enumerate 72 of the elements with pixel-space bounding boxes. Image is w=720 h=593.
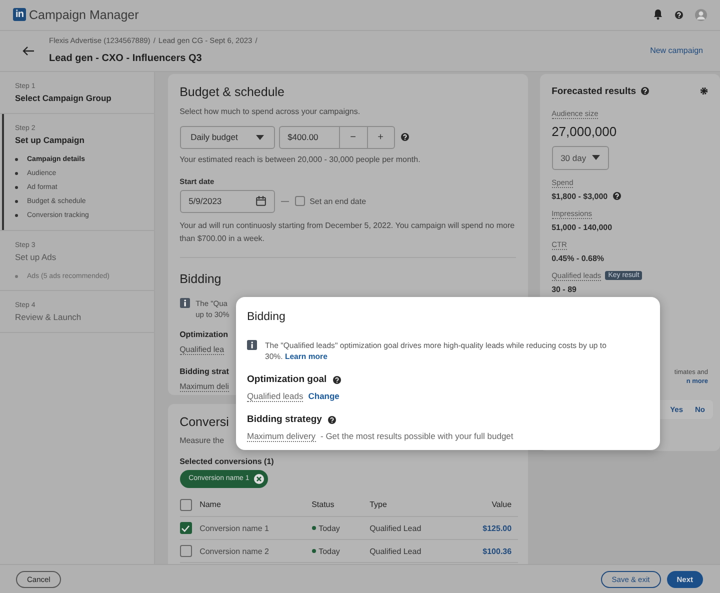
- back-arrow-icon[interactable]: [22, 46, 34, 56]
- field-value: Maximum delivery: [247, 431, 316, 442]
- step-title[interactable]: Select Campaign Group: [15, 92, 112, 103]
- change-link[interactable]: Change: [308, 391, 340, 401]
- table-cell: Conversion name 1: [200, 516, 312, 540]
- caret-icon: [592, 155, 600, 160]
- field-value: Qualified leads: [247, 391, 304, 402]
- checkbox-label: Set an end date: [310, 196, 366, 206]
- table-cell: Qualified Lead: [370, 516, 450, 540]
- help-icon[interactable]: [328, 416, 336, 424]
- checkbox[interactable]: [180, 522, 192, 534]
- popover-title: Bidding: [247, 311, 286, 323]
- table-cell: $100.36: [450, 540, 518, 563]
- decrease-button[interactable]: −: [340, 126, 367, 148]
- field-label: Bidding strategy: [247, 414, 322, 425]
- field-value: Maximum deli: [180, 382, 229, 392]
- field-value: Qualified lea: [180, 344, 224, 355]
- start-date-field[interactable]: 5/9/2023: [180, 190, 275, 213]
- help-icon[interactable]: [332, 376, 341, 384]
- section-description: Select how much to spend across your campaigns.: [180, 106, 360, 116]
- table-cell: $125.00: [450, 516, 518, 540]
- panel-title: Forecasted results: [552, 86, 636, 97]
- calendar-icon: [256, 196, 266, 206]
- section-title: Budget & schedule: [180, 84, 285, 99]
- reach-estimate: Your estimated reach is between 20,000 - 30,000 people per month.: [180, 154, 420, 164]
- checkbox[interactable]: [180, 545, 192, 558]
- step-title[interactable]: Set up Campaign: [15, 134, 84, 145]
- increase-button[interactable]: +: [366, 126, 394, 148]
- budget-type-dropdown[interactable]: Daily budget: [180, 126, 275, 149]
- help-icon[interactable]: [400, 133, 409, 142]
- metric-value: 30 - 89: [552, 284, 576, 294]
- audience-size-value: 27,000,000: [552, 124, 617, 139]
- caret-icon: [256, 134, 264, 140]
- campaign-title: Lead gen - CXO - Influencers Q3: [49, 52, 202, 64]
- app-title: Campaign Manager: [29, 8, 139, 22]
- section-title: Bidding: [180, 272, 222, 286]
- column-header: Status: [312, 494, 370, 517]
- period-dropdown[interactable]: 30 day: [552, 146, 609, 170]
- settings-icon[interactable]: [700, 87, 708, 96]
- field-label: Optimization: [180, 330, 228, 339]
- field-description: - Get the most results possible with your full budget: [320, 431, 514, 441]
- column-header: Name: [200, 494, 312, 517]
- amount-field[interactable]: $400.00 − +: [278, 126, 395, 149]
- metric-value: 51,000 - 140,000: [552, 222, 612, 232]
- table-cell: Today: [318, 546, 340, 556]
- info-icon: [180, 298, 190, 308]
- section-description: Measure the: [180, 436, 224, 445]
- field-label: Optimization goal: [247, 374, 327, 385]
- help-icon[interactable]: [612, 192, 621, 200]
- info-icon: [247, 340, 257, 350]
- table-cell: Conversion name 2: [200, 540, 312, 563]
- bell-icon[interactable]: [653, 9, 663, 20]
- field-label: Bidding strat: [180, 366, 229, 376]
- metric-value: $1,800 - $3,000: [552, 192, 608, 201]
- table-cell: Today: [318, 524, 340, 533]
- column-header: Type: [370, 494, 450, 517]
- column-header: Value: [450, 494, 518, 517]
- status-dot-icon: [312, 549, 316, 554]
- schedule-note: Your ad will run continuosly starting from December 5, 2022. You campaign will spend no more than $700.00 in a week.: [180, 220, 516, 245]
- section-title: Conversi: [180, 414, 229, 429]
- new-campaign-link[interactable]: New campaign: [650, 46, 703, 56]
- logo: in: [13, 8, 26, 22]
- checkmark-icon: [181, 524, 190, 532]
- help-icon[interactable]: [675, 10, 683, 19]
- metric-value: 0.45% - 0.68%: [552, 254, 604, 263]
- table-cell: Qualified Lead: [370, 540, 450, 563]
- help-icon[interactable]: [641, 87, 650, 96]
- status-dot-icon: [312, 526, 316, 530]
- remove-icon[interactable]: [254, 474, 264, 484]
- checkbox[interactable]: [294, 196, 305, 206]
- field-label: Selected conversions (1): [180, 456, 274, 466]
- checkbox[interactable]: [180, 498, 192, 511]
